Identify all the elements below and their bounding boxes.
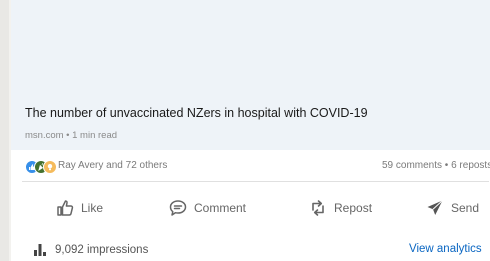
like-label: Like bbox=[81, 201, 104, 215]
comment-icon bbox=[168, 198, 188, 218]
comments-reposts-count[interactable]: 59 comments • 6 reposts bbox=[382, 160, 490, 171]
like-button[interactable]: Like bbox=[55, 196, 103, 220]
repost-label: Repost bbox=[334, 201, 373, 215]
impressions-row: 9,092 impressions bbox=[33, 241, 148, 259]
left-rail bbox=[0, 0, 9, 261]
impressions-count: 9,092 impressions bbox=[55, 244, 149, 256]
divider bbox=[22, 181, 489, 182]
repost-icon bbox=[308, 198, 328, 218]
thumbs-up-icon bbox=[55, 198, 75, 218]
send-button[interactable]: Send bbox=[425, 196, 479, 220]
post-card: The number of unvaccinated NZers in hosp… bbox=[11, 0, 490, 261]
repost-button[interactable]: Repost bbox=[308, 196, 372, 220]
article-headline[interactable]: The number of unvaccinated NZers in hosp… bbox=[25, 106, 368, 120]
article-meta: msn.com • 1 min read bbox=[25, 130, 118, 141]
reactors-link[interactable]: Ray Avery and 72 others bbox=[58, 160, 167, 171]
comment-button[interactable]: Comment bbox=[168, 196, 246, 220]
article-preview[interactable] bbox=[11, 0, 490, 150]
view-analytics-link[interactable]: View analytics bbox=[409, 243, 490, 255]
send-icon bbox=[425, 198, 445, 218]
insightful-reaction-icon bbox=[43, 160, 57, 174]
comment-label: Comment bbox=[194, 201, 247, 215]
send-label: Send bbox=[451, 201, 480, 215]
social-counts-bar: Ray Avery and 72 others 59 comments • 6 … bbox=[25, 156, 490, 176]
bar-chart-icon bbox=[33, 241, 49, 260]
